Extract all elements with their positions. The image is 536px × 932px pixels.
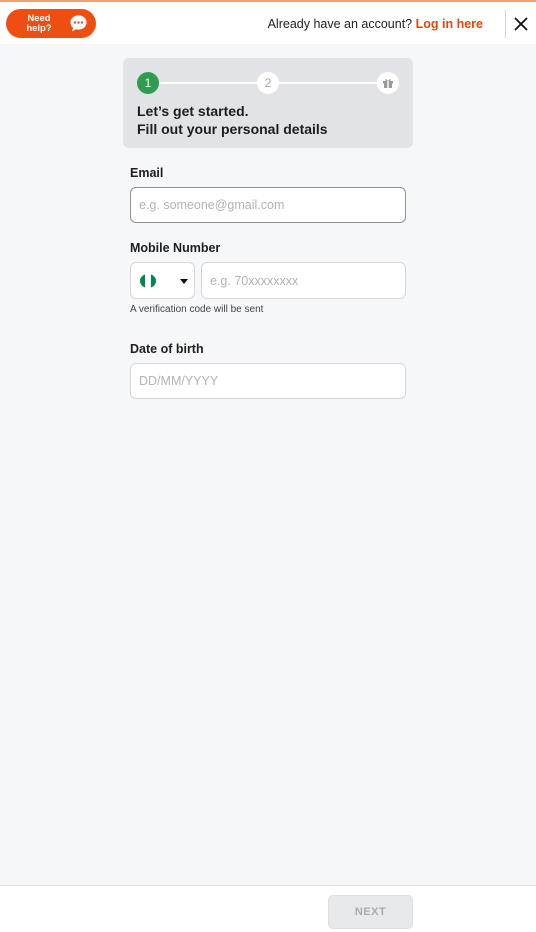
stepper-subtitle: Fill out your personal details xyxy=(137,121,328,137)
header-divider xyxy=(505,10,506,38)
next-button[interactable]: NEXT xyxy=(328,895,413,929)
chat-bubble-icon xyxy=(70,15,87,32)
top-bar: Need help? Already have an account? Log … xyxy=(0,0,536,44)
country-code-select[interactable] xyxy=(130,262,195,299)
login-prompt-text: Already have an account? xyxy=(267,17,413,31)
need-help-line2: help? xyxy=(26,22,52,34)
step-connector xyxy=(279,82,377,84)
gift-icon xyxy=(383,79,393,88)
need-help-line1: Need xyxy=(27,12,51,24)
login-link[interactable]: Log in here xyxy=(416,17,483,31)
step-2-indicator: 2 xyxy=(257,72,279,94)
need-help-button[interactable]: Need help? xyxy=(6,9,96,38)
mobile-number-field[interactable] xyxy=(201,262,406,299)
verification-hint: A verification code will be sent xyxy=(130,304,264,315)
mobile-number-label: Mobile Number xyxy=(130,241,221,255)
close-icon[interactable] xyxy=(512,15,530,33)
progress-stepper: 1 2 Let’s get started. Fill out your per… xyxy=(123,58,413,148)
stepper-title: Let’s get started. xyxy=(137,103,249,119)
step-3-indicator xyxy=(377,72,399,94)
footer-bar: NEXT xyxy=(0,885,536,932)
email-label: Email xyxy=(130,166,164,180)
nigeria-flag-icon xyxy=(140,274,156,288)
date-of-birth-field[interactable] xyxy=(130,363,406,399)
need-help-label: Need help? xyxy=(22,12,56,34)
step-connector xyxy=(159,82,257,84)
email-field[interactable] xyxy=(130,187,406,223)
login-prompt: Already have an account? Log in here xyxy=(268,17,483,31)
step-1-indicator: 1 xyxy=(137,72,159,94)
dob-label: Date of birth xyxy=(130,342,204,356)
caret-down-icon xyxy=(180,279,188,284)
